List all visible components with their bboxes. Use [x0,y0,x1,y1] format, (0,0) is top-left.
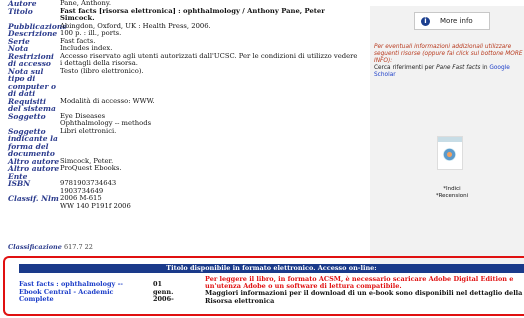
gs-prefix: Cerca riferimenti per [374,65,437,71]
availability-box: Titolo disponibile in formato elettronic… [3,256,524,316]
additional-info-note: Per eventuali informazioni addizionali u… [374,44,523,64]
record-row: Restrizioni di accesso Accesso riservato … [8,51,360,68]
record-field-value: Testo (libro elettronico). [60,66,144,75]
record-row: Soggetto Eye Diseases Ophthalmology -- me… [8,111,360,128]
side-links: *Indici *Recensioni [432,186,472,199]
gs-title: Pane Fast facts [436,65,481,71]
catalog-record-page: Autore Pane, Anthony. Titolo Fast facts [ri… [0,0,524,318]
bibliographic-record: Autore Pane, Anthony. Titolo Fast facts [ri… [8,0,360,210]
record-row: Titolo Fast facts [risorsa elettronica] :… [8,6,360,23]
cover-band [438,137,462,142]
gs-mid: in [480,65,490,71]
record-row: Altro autore Ente ProQuest Ebooks. [8,164,360,181]
record-field-value: Modalità di accesso: WWW. [60,96,155,105]
more-info-button[interactable]: i More info [414,12,490,30]
record-field-value: Fast facts [risorsa elettronica] : ophth… [60,6,325,22]
classification-row: Classificazione 617.7 22 [8,243,93,251]
record-field-value: Accesso riservato agli utenti autorizzat… [60,51,358,67]
info-icon: i [421,16,430,26]
eye-illustration [443,148,456,161]
record-row: Classif. Nlm 2006 M-615 WW 140 P191f 2006 [8,194,360,210]
record-field-value: Eye Diseases Ophthalmology -- methods [60,111,152,127]
record-field-label: Restrizioni di accesso [8,51,54,68]
more-info-label: More info [440,17,473,25]
record-field-value: 2006 M-615 WW 140 P191f 2006 [60,194,131,210]
record-row: Requisiti del sistema Modalità di accesso… [8,96,360,113]
download-warning: Per leggere il libro, in formato ACSM, è… [205,275,514,291]
record-field-label: Classif. Nlm [8,194,59,203]
record-field-value[interactable]: ProQuest Ebooks. [60,164,360,173]
availability-header: Titolo disponibile in formato elettronic… [19,264,524,273]
record-field-value[interactable]: Libri elettronici. [60,127,360,136]
record-row: Soggetto indicante la forma del document… [8,126,360,158]
classification-label: Classificazione [8,243,62,251]
record-field-value: 9781903734643 1903734649 [60,179,117,195]
record-field-label: Requisiti del sistema [8,96,56,113]
resource-date: 01 genn. 2006- [153,280,174,303]
record-field-label: Soggetto indicante la forma del document… [8,126,58,158]
record-field-label: Titolo [8,6,33,16]
record-field-value: 100 p. : ill., ports. [60,29,122,37]
ebook-resource-link[interactable]: Fast facts : ophthalmology -- Ebook Cent… [19,280,139,304]
record-field-label: Altro autore Ente [8,164,60,181]
record-row: Nota sul tipo di computer o di dati Testo… [8,66,360,98]
recensioni-link[interactable]: *Recensioni [432,193,472,200]
resource-note: Per leggere il libro, in formato ACSM, è… [205,275,524,305]
side-panel: i More info Per eventuali informazioni a… [370,6,524,266]
record-row: ISBN 9781903734643 1903734649 [8,179,360,195]
download-info: Maggiori informazioni per il download di… [205,289,523,305]
google-scholar-search: Cerca riferimenti per Pane Fast facts in… [374,65,524,79]
record-field-label: ISBN [8,179,31,188]
book-cover-image[interactable] [437,136,463,170]
record-field-label: Soggetto [8,111,46,121]
classification-value: 617.7 22 [63,243,93,251]
record-field-label: Nota sul tipo di computer o di dati [8,66,57,98]
